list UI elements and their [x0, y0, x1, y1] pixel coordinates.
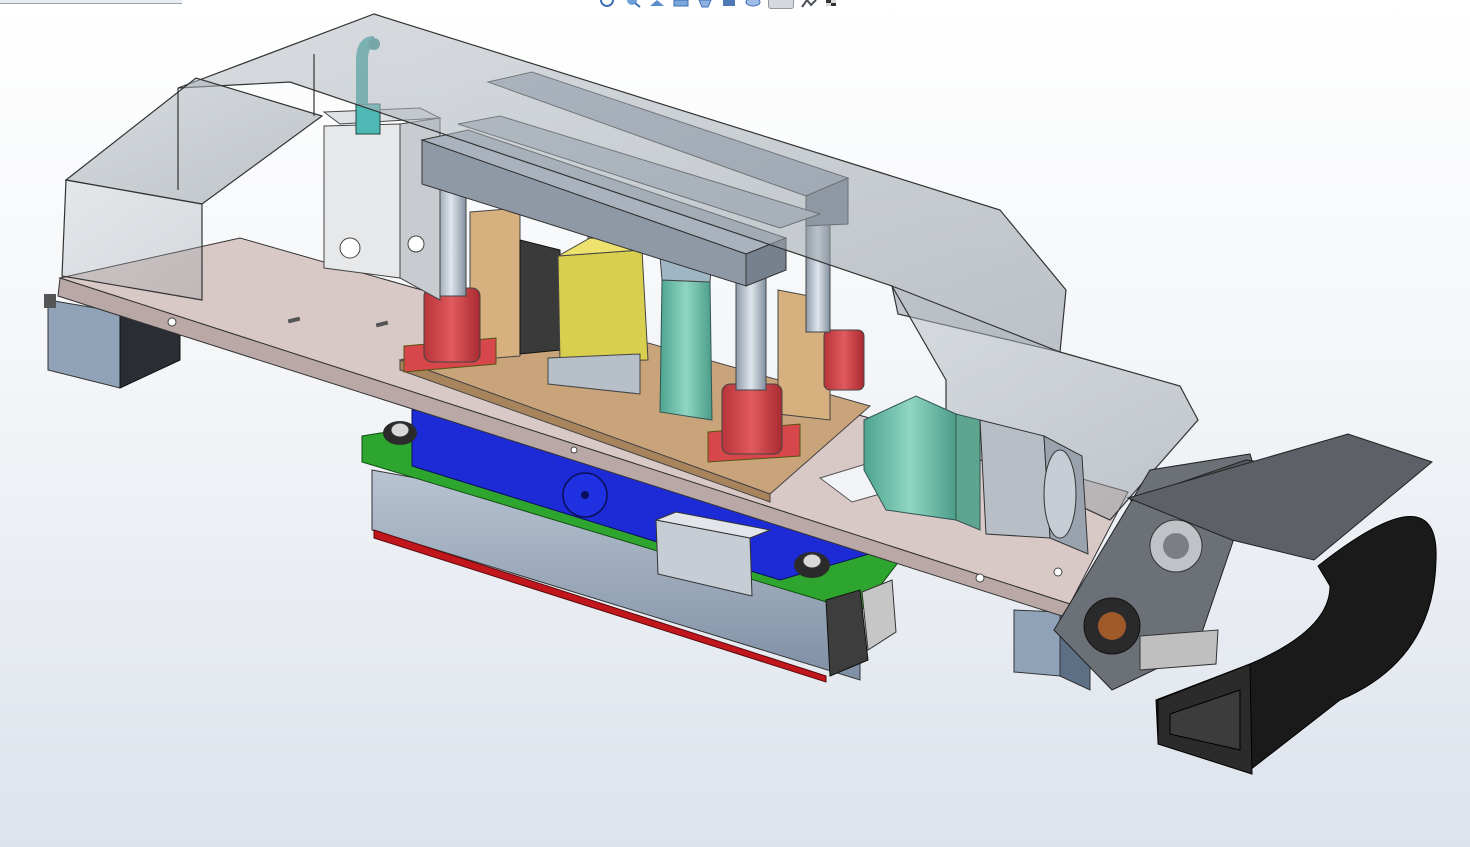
teal-guide-block	[659, 255, 713, 421]
roller-right	[794, 552, 830, 578]
cad-model-viewport[interactable]	[0, 0, 1470, 847]
roller-left	[383, 421, 417, 445]
cylinder-base-back	[823, 329, 865, 391]
guide-rod-right	[735, 271, 767, 391]
